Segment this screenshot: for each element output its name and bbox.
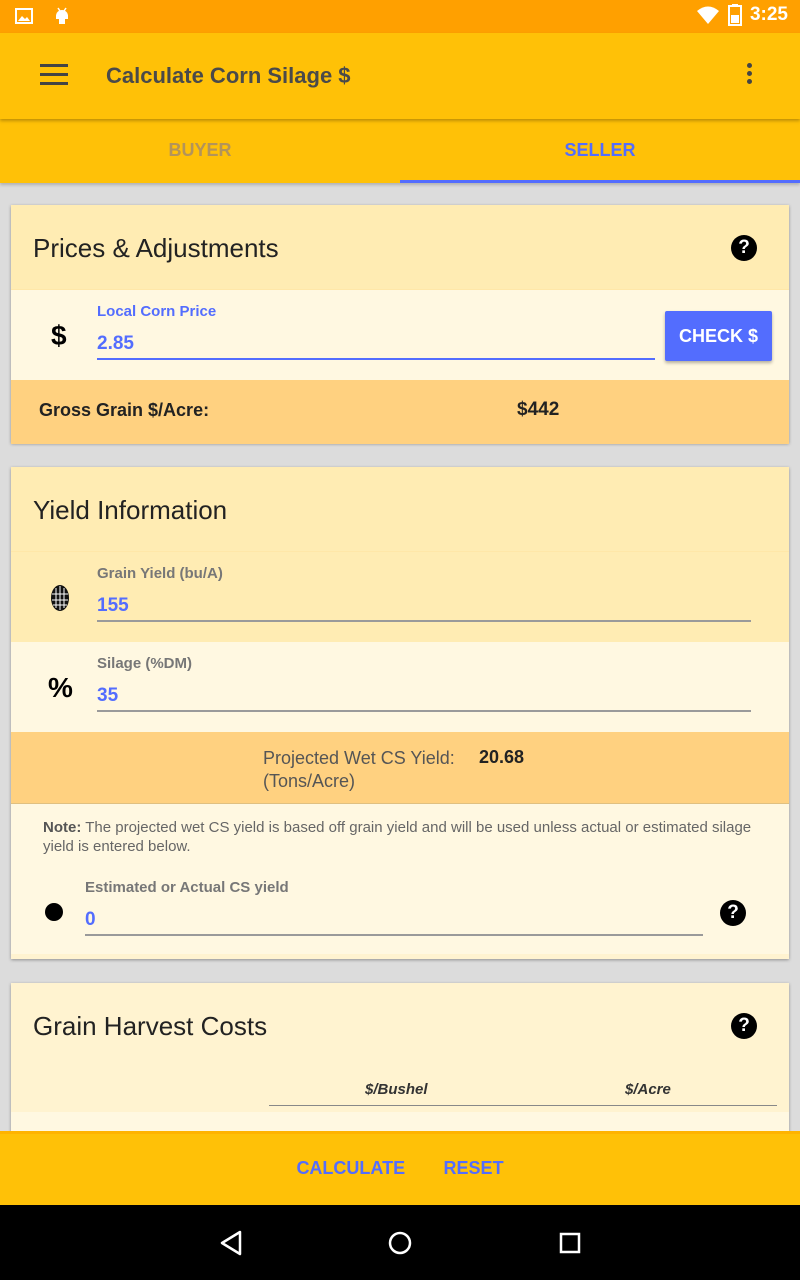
- silage-label: Silage (%DM): [97, 655, 193, 672]
- grain-yield-label: Grain Yield (bu/A): [97, 565, 223, 582]
- table-row: [11, 1112, 789, 1131]
- yield-note: Note: The projected wet CS yield is base…: [43, 819, 752, 855]
- grain-yield-underline: [97, 620, 751, 622]
- estimated-yield-input[interactable]: 0: [85, 909, 96, 931]
- tab-buyer[interactable]: BUYER: [0, 119, 400, 183]
- estimated-yield-underline: [85, 934, 703, 936]
- silage-row: % Silage (%DM) 35: [11, 642, 789, 732]
- harvest-table-header: $/Bushel $/Acre: [11, 1068, 789, 1112]
- reset-button[interactable]: RESET: [444, 1134, 504, 1202]
- corn-price-underline: [97, 358, 655, 360]
- tab-bar: BUYER SELLER: [0, 119, 800, 183]
- corn-price-row: $ Local Corn Price 2.85 CHECK $: [11, 290, 789, 380]
- help-icon[interactable]: ?: [731, 235, 757, 261]
- percent-icon: %: [48, 672, 73, 703]
- content-scroll[interactable]: Prices & Adjustments ? $ Local Corn Pric…: [0, 183, 800, 1131]
- menu-icon[interactable]: [40, 64, 68, 88]
- help-icon[interactable]: ?: [720, 900, 746, 926]
- dollar-icon: $: [51, 320, 67, 351]
- android-icon: [56, 7, 68, 24]
- projected-yield-value: 20.68: [479, 747, 525, 767]
- help-icon[interactable]: ?: [731, 1013, 757, 1039]
- projected-yield-label: Projected Wet CS Yield: (Tons/Acre): [263, 748, 455, 791]
- battery-icon: [727, 4, 742, 26]
- grain-yield-input[interactable]: 155: [97, 595, 129, 617]
- app-bar: Calculate Corn Silage $: [0, 33, 800, 119]
- silage-underline: [97, 710, 751, 712]
- col-per-acre: $/Acre: [625, 1081, 671, 1098]
- yield-card: Yield Information Grain Yield (bu/A) 155…: [11, 467, 789, 959]
- clock: 3:25: [749, 4, 788, 25]
- home-icon[interactable]: [387, 1229, 413, 1257]
- corn-price-label: Local Corn Price: [97, 303, 217, 320]
- overflow-menu-icon[interactable]: [742, 63, 756, 89]
- yield-card-title: Yield Information: [33, 495, 228, 525]
- gross-grain-label: Gross Grain $/Acre:: [39, 400, 210, 420]
- corn-price-input[interactable]: 2.85: [97, 333, 134, 355]
- back-icon[interactable]: [218, 1229, 244, 1257]
- recents-icon[interactable]: [558, 1229, 584, 1257]
- estimated-yield-section: Note: The projected wet CS yield is base…: [11, 804, 789, 954]
- harvest-card-title: Grain Harvest Costs: [33, 1011, 268, 1041]
- grain-yield-row: Grain Yield (bu/A) 155: [11, 552, 789, 642]
- gross-grain-value: $442: [517, 399, 560, 420]
- system-nav-bar: [0, 1205, 800, 1280]
- check-price-button[interactable]: CHECK $: [665, 311, 772, 361]
- silage-input[interactable]: 35: [97, 685, 118, 707]
- header-divider: [269, 1105, 777, 1106]
- corn-icon: [51, 585, 69, 611]
- tab-seller[interactable]: SELLER: [400, 119, 800, 183]
- prices-card-title: Prices & Adjustments: [33, 233, 279, 263]
- prices-card: Prices & Adjustments ? $ Local Corn Pric…: [11, 205, 789, 444]
- projected-yield-row: Projected Wet CS Yield: (Tons/Acre) 20.6…: [11, 732, 789, 804]
- wifi-icon: [696, 6, 719, 24]
- image-icon: [15, 8, 33, 24]
- col-per-bushel: $/Bushel: [365, 1081, 428, 1098]
- calculate-button[interactable]: CALCULATE: [296, 1134, 405, 1202]
- dot-icon: [45, 903, 63, 921]
- harvest-costs-card: Grain Harvest Costs ? $/Bushel $/Acre: [11, 983, 789, 1131]
- page-title: Calculate Corn Silage $: [106, 63, 351, 88]
- estimated-yield-label: Estimated or Actual CS yield: [85, 879, 289, 896]
- bottom-action-bar: CALCULATE RESET: [0, 1131, 800, 1205]
- gross-grain-row: Gross Grain $/Acre: $442: [11, 380, 789, 444]
- status-bar: 3:25: [0, 0, 800, 33]
